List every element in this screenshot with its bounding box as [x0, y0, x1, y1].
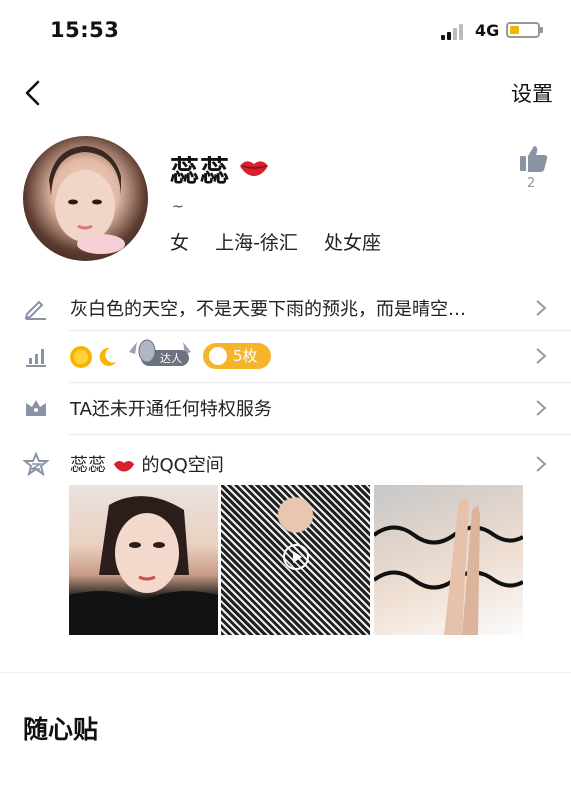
coins-badge: 5枚: [203, 343, 271, 369]
qzone-star-icon: [23, 452, 49, 476]
divider: [68, 434, 571, 435]
signal-icon: [441, 24, 467, 40]
avatar[interactable]: [23, 136, 148, 261]
location: 上海-徐汇: [215, 232, 298, 254]
like-count: 2: [527, 176, 536, 191]
section-divider: [0, 672, 571, 673]
status-bar: 15:53 4G: [0, 0, 571, 58]
status-time: 15:53: [50, 18, 120, 42]
signature-text: 灰白色的天空，不是天要下雨的预兆，而是晴空…: [70, 299, 466, 320]
qzone-name: 蕊蕊: [70, 455, 106, 476]
daren-badge-icon: 达人: [129, 339, 191, 366]
pencil-icon: [24, 300, 46, 320]
daren-label: 达人: [160, 352, 182, 365]
signature-row[interactable]: 灰白色的天空，不是天要下雨的预兆，而是晴空…: [0, 282, 571, 334]
chevron-right-icon: [536, 300, 547, 316]
profile-tilde: ~: [172, 199, 184, 215]
qzone-suffix: 的QQ空间: [141, 455, 224, 476]
battery-icon: [506, 22, 543, 38]
chevron-right-icon: [536, 456, 547, 472]
network-type: 4G: [475, 21, 500, 40]
play-icon[interactable]: [283, 544, 309, 570]
chevron-right-icon: [536, 400, 547, 416]
qzone-photo[interactable]: [69, 485, 218, 635]
chevron-right-icon: [536, 348, 547, 364]
qzone-title: 蕊蕊 的QQ空间: [70, 451, 224, 477]
lips-icon: [113, 460, 134, 472]
section-title: 随心贴: [23, 715, 99, 744]
qzone-photo[interactable]: [374, 485, 523, 635]
lips-icon: [240, 161, 268, 176]
thumbs-up-icon[interactable]: [518, 143, 550, 175]
zodiac: 处女座: [323, 232, 381, 254]
privilege-row[interactable]: TA还未开通任何特权服务: [0, 382, 571, 434]
coins-label: 5枚: [233, 347, 258, 365]
moon-badge-icon: [99, 347, 116, 366]
level-chart-icon: [26, 349, 46, 367]
profile-name: 蕊蕊: [170, 154, 231, 188]
qzone-row[interactable]: 蕊蕊 的QQ空间: [0, 438, 571, 490]
sun-badge-icon: [70, 346, 92, 368]
settings-button[interactable]: 设置: [511, 78, 553, 108]
back-arrow-icon[interactable]: [20, 78, 50, 108]
privilege-text: TA还未开通任何特权服务: [70, 399, 272, 420]
star-coin-icon: [209, 347, 227, 365]
crown-icon: [26, 400, 46, 416]
gender: 女: [170, 232, 190, 254]
profile-info: 女 上海-徐汇 处女座: [170, 228, 401, 255]
nav-bar: 设置: [0, 70, 571, 114]
